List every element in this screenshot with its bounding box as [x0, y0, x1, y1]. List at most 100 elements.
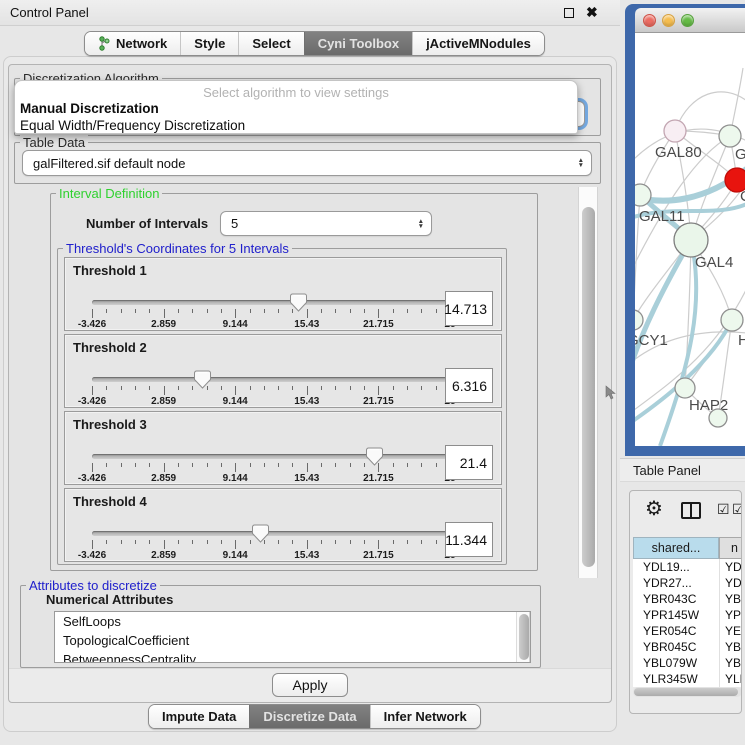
- attribute-item[interactable]: SelfLoops: [55, 612, 530, 631]
- threshold-2-slider-thumb[interactable]: [194, 370, 211, 389]
- close-icon[interactable]: ✖: [586, 4, 598, 21]
- tick-mark: [335, 540, 336, 544]
- tick-label: -3.426: [78, 396, 106, 407]
- threshold-3-slider-thumb[interactable]: [366, 447, 383, 466]
- number-of-intervals-combobox[interactable]: 5 ▲▼: [220, 211, 432, 236]
- attributes-scrollbar-thumb[interactable]: [519, 614, 529, 660]
- threshold-4-box: Threshold 4-3.4262.8599.14415.4321.71528…: [64, 488, 502, 562]
- tab-infer-network[interactable]: Infer Network: [370, 705, 480, 728]
- attribute-item[interactable]: BetweennessCentrality: [55, 650, 530, 663]
- threshold-2-box: Threshold 2-3.4262.8599.14415.4321.71528…: [64, 334, 502, 408]
- popup-option-manual-discretization[interactable]: Manual Discretization: [20, 101, 159, 116]
- table-row[interactable]: YDL19...YDL1: [633, 559, 741, 575]
- popup-option-equal-width-frequency[interactable]: Equal Width/Frequency Discretization: [20, 118, 245, 133]
- network-node-h[interactable]: [721, 309, 743, 331]
- network-node-gal11[interactable]: [635, 184, 651, 206]
- tab-discretize-data[interactable]: Discretize Data: [249, 705, 369, 728]
- tick-mark: [364, 540, 365, 544]
- attributes-scrollbar-track[interactable]: [516, 612, 530, 662]
- node-label: GAL11: [639, 208, 685, 225]
- tab-jactivemnodules[interactable]: jActiveMNodules: [412, 32, 544, 55]
- tick-mark: [121, 540, 122, 544]
- table-data-combobox[interactable]: galFiltered.sif default node ▲▼: [22, 150, 592, 176]
- tab-select[interactable]: Select: [238, 32, 303, 55]
- numerical-attributes-list[interactable]: SelfLoopsTopologicalCoefficientBetweenne…: [54, 611, 531, 663]
- column-divider: [719, 623, 720, 639]
- slider-tick-labels: -3.4262.8599.14415.4321.71528: [92, 396, 450, 407]
- network-canvas[interactable]: GAL80GCGAL11GAL4GCY1HHAP2: [635, 33, 745, 446]
- tick-mark: [192, 309, 193, 313]
- tab-impute-data[interactable]: Impute Data: [149, 705, 249, 728]
- tick-mark: [350, 386, 351, 390]
- threshold-1-value-field[interactable]: 14.713: [445, 291, 493, 326]
- node-label: GAL4: [695, 254, 733, 271]
- threshold-2-value-field[interactable]: 6.316: [445, 368, 493, 403]
- network-node-hap2[interactable]: [675, 378, 695, 398]
- network-window-titlebar[interactable]: [635, 8, 745, 33]
- number-of-intervals-value: 5: [231, 216, 238, 231]
- tick-mark: [436, 386, 437, 390]
- stepper-icon: ▲▼: [418, 219, 424, 229]
- attribute-items: SelfLoopsTopologicalCoefficientBetweenne…: [55, 612, 530, 663]
- cell-shared-name: YDR27...: [643, 576, 692, 590]
- network-node[interactable]: [709, 409, 727, 427]
- threshold-4-slider-track[interactable]: [92, 531, 450, 536]
- columns-icon[interactable]: [681, 502, 701, 519]
- close-traffic-light-icon[interactable]: [643, 14, 656, 27]
- network-node-gal80[interactable]: [664, 120, 686, 142]
- node-table-panel: ⚙ ☑ ☑ shared... n YDL19...YDL1YDR27...YD…: [629, 490, 742, 714]
- tick-mark: [307, 386, 308, 395]
- tab-style[interactable]: Style: [180, 32, 238, 55]
- tick-mark: [292, 463, 293, 467]
- tick-label: 9.144: [223, 319, 248, 330]
- table-row[interactable]: YER054CYER0: [633, 623, 741, 639]
- main-scrollbar-track[interactable]: [578, 187, 598, 578]
- network-node-g[interactable]: [719, 125, 741, 147]
- table-row[interactable]: YDR27...YDR2: [633, 575, 741, 591]
- tab-network[interactable]: Network: [85, 32, 180, 55]
- tick-label: 9.144: [223, 396, 248, 407]
- tick-mark: [235, 386, 236, 395]
- table-row[interactable]: YBR043CYBR0: [633, 591, 741, 607]
- gear-icon[interactable]: ⚙: [645, 496, 663, 521]
- table-hscrollbar-thumb[interactable]: [634, 688, 738, 696]
- table-row[interactable]: YPR145WYPR1: [633, 607, 741, 623]
- table-row[interactable]: YBR045CYBR0: [633, 639, 741, 655]
- float-window-icon[interactable]: [564, 8, 574, 18]
- zoom-traffic-light-icon[interactable]: [681, 14, 694, 27]
- checkbox-icon[interactable]: ☑: [732, 501, 742, 518]
- threshold-4-slider-thumb[interactable]: [252, 524, 269, 543]
- tick-mark: [292, 386, 293, 390]
- tick-mark: [321, 386, 322, 390]
- threshold-3-value-field[interactable]: 21.4: [445, 445, 493, 480]
- network-node-gcy1[interactable]: [635, 310, 643, 330]
- node-label: GCY1: [635, 332, 668, 349]
- tick-mark: [92, 540, 93, 549]
- checkbox-icon[interactable]: ☑: [717, 501, 730, 518]
- apply-button[interactable]: Apply: [272, 673, 348, 697]
- minimize-traffic-light-icon[interactable]: [662, 14, 675, 27]
- network-view-window: GAL80GCGAL11GAL4GCY1HHAP2: [625, 4, 745, 456]
- network-node-gal4[interactable]: [674, 223, 708, 257]
- table-panel-header: Table Panel: [620, 458, 745, 482]
- tab-cyni-toolbox[interactable]: Cyni Toolbox: [304, 32, 412, 55]
- threshold-2-slider-track[interactable]: [92, 377, 450, 382]
- tick-label: 2.859: [151, 396, 176, 407]
- tick-mark: [321, 540, 322, 544]
- main-scrollbar-thumb[interactable]: [582, 207, 595, 567]
- table-row[interactable]: YLR345WYLR3: [633, 671, 741, 687]
- tick-mark: [106, 309, 107, 313]
- tick-label: 21.715: [363, 473, 394, 484]
- threshold-1-slider-track[interactable]: [92, 300, 450, 305]
- attribute-item[interactable]: TopologicalCoefficient: [55, 631, 530, 650]
- threshold-4-value-field[interactable]: 11.344: [445, 522, 493, 557]
- tick-mark: [321, 463, 322, 467]
- table-row[interactable]: YBL079WYBL0: [633, 655, 741, 671]
- algorithm-placeholder: Select algorithm to view settings: [15, 85, 577, 100]
- threshold-3-slider-track[interactable]: [92, 454, 450, 459]
- node-table[interactable]: YDL19...YDL1YDR27...YDR2YBR043CYBR0YPR14…: [633, 537, 741, 687]
- table-hscrollbar-track[interactable]: [633, 687, 742, 697]
- tick-mark: [178, 540, 179, 544]
- threshold-1-slider-thumb[interactable]: [290, 293, 307, 312]
- tick-mark: [350, 540, 351, 544]
